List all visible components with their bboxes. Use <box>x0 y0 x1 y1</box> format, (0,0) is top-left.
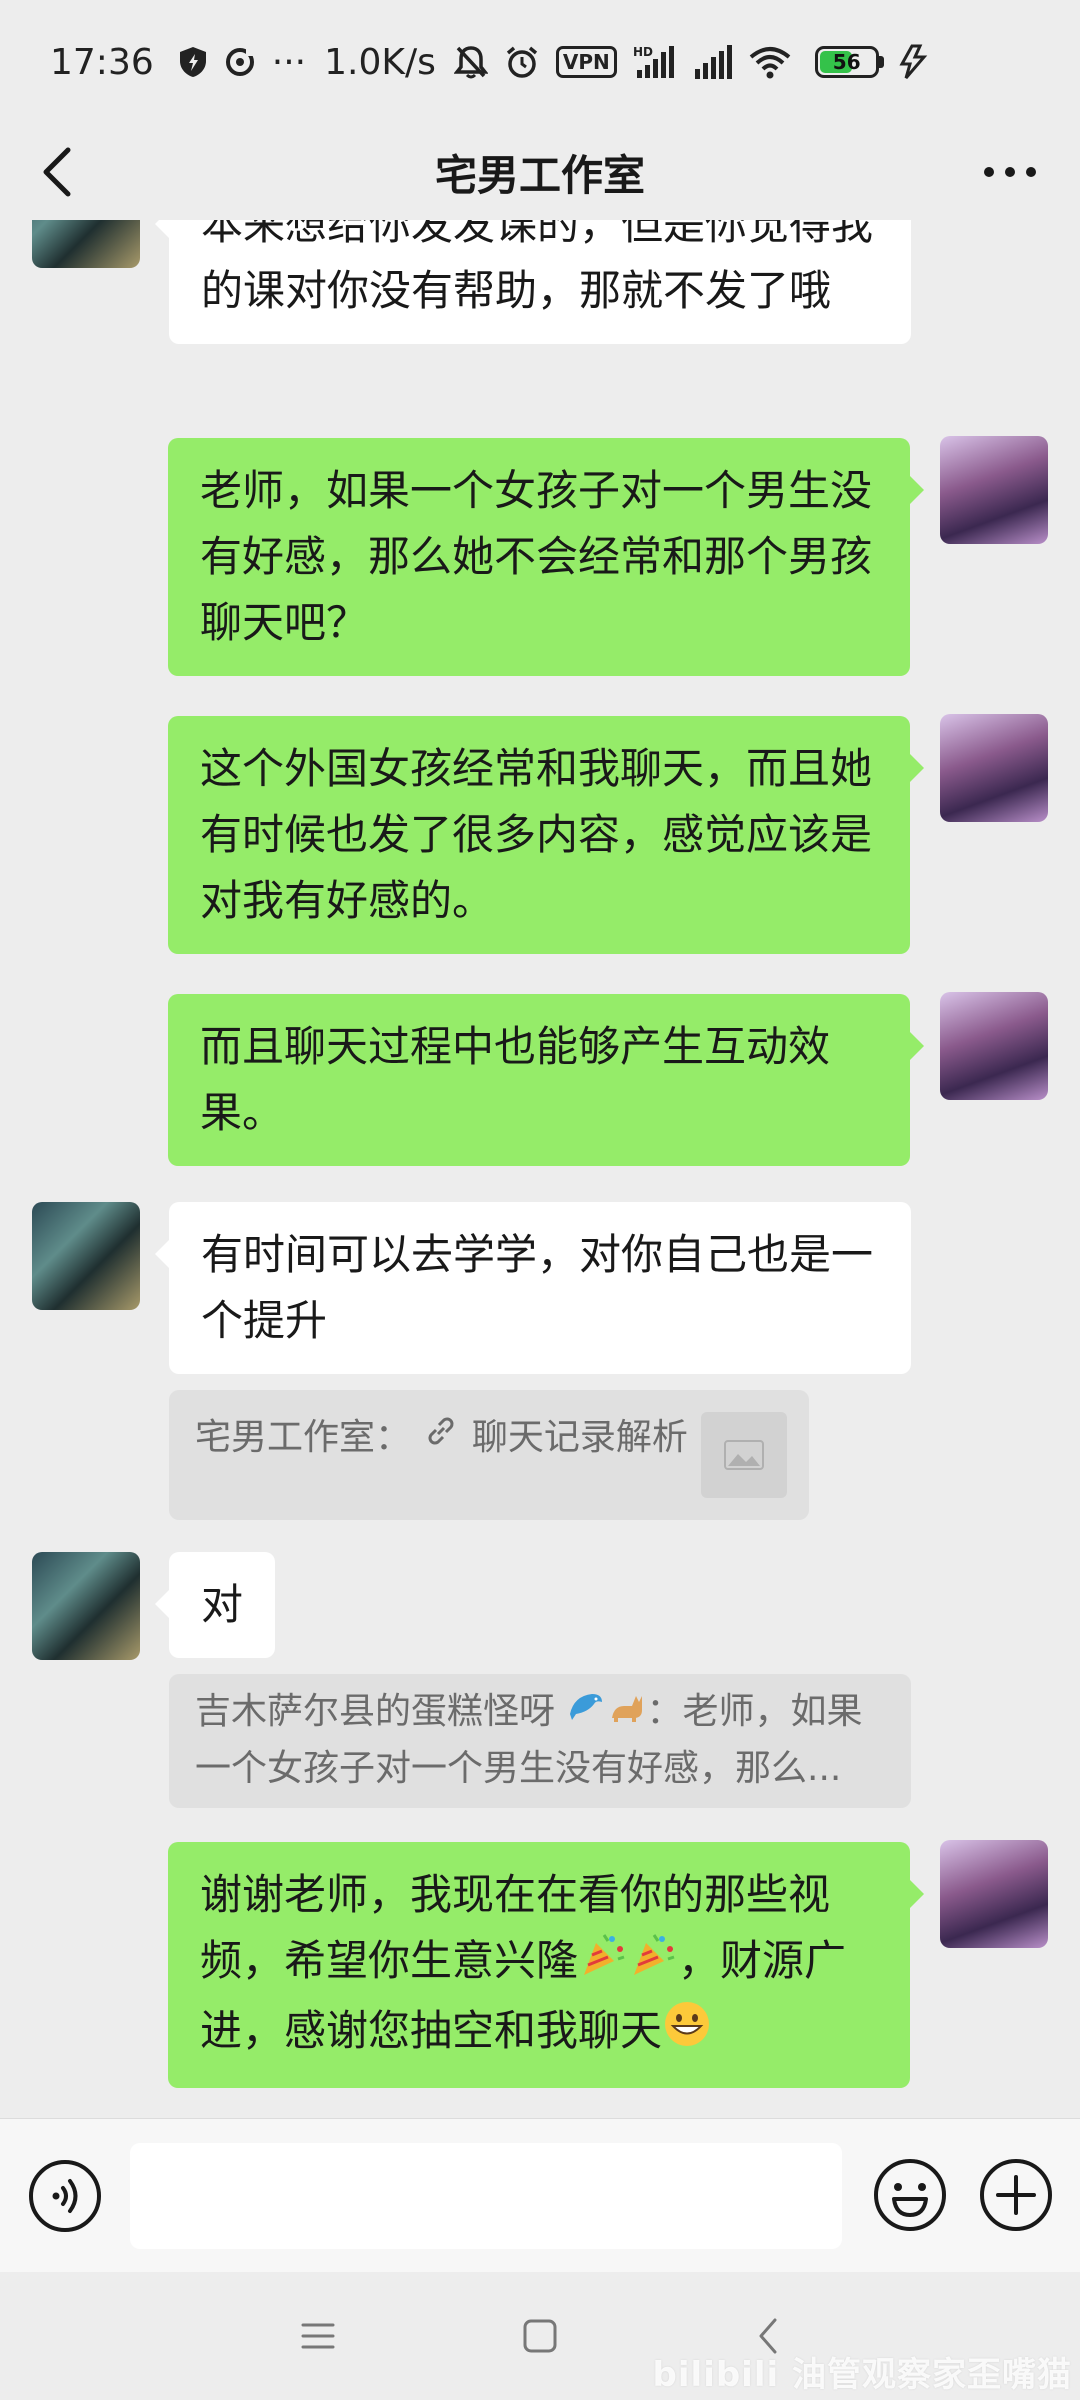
emoji-icon <box>874 2159 946 2231</box>
quote-sender: 吉木萨尔县的蛋糕怪呀 <box>195 1691 556 1732</box>
message-bubble-outgoing[interactable]: 这个外国女孩经常和我聊天，而且她有时候也发了很多内容，感觉应该是对我有好感的。 <box>168 716 924 954</box>
more-button[interactable] <box>970 142 1050 202</box>
status-bar: 17:36 ··· 1.0K/s VPN HD 56 <box>0 0 1080 124</box>
net-speed: 1.0K/s <box>324 41 436 83</box>
plus-icon <box>980 2159 1052 2231</box>
message-text: 这个外国女孩经常和我聊天，而且她有时候也发了很多内容，感觉应该是对我有好感的。 <box>200 744 873 925</box>
grinning-face-emoji <box>662 1999 712 2068</box>
alarm-icon <box>504 42 540 82</box>
message-bubble-incoming[interactable]: 对 <box>154 1552 276 1658</box>
message-bubble-incoming[interactable]: 本来想给你发发课的，但是你觉得我的课对你没有帮助，那就不发了哦 <box>155 220 911 344</box>
chat-header: 宅男工作室 <box>0 124 1080 220</box>
chat-list[interactable]: 本来想给你发发课的，但是你觉得我的课对你没有帮助，那就不发了哦 老师，如果一个女… <box>0 220 1080 2118</box>
sync-icon <box>224 42 256 82</box>
vpn-badge: VPN <box>555 46 617 78</box>
avatar-contact[interactable] <box>32 1552 140 1660</box>
wifi-icon <box>749 42 791 82</box>
back-button[interactable] <box>28 142 88 202</box>
back-chevron-icon <box>43 147 71 197</box>
message-bubble-outgoing[interactable]: 谢谢老师，我现在在看你的那些视频，希望你生意兴隆 ，财源广进，感谢您抽空和我聊天 <box>168 1842 924 2088</box>
svg-text:HD: HD <box>633 45 653 59</box>
quote-text-continued: 一个女孩子对一个男生没有好感，那么... <box>195 1748 842 1789</box>
quoted-message[interactable]: 吉木萨尔县的蛋糕怪呀 ：老师，如果 一个女孩子对一个男生没有好感，那么... <box>169 1674 911 1808</box>
battery-percent: 56 <box>832 50 861 74</box>
message-text: 对 <box>201 1580 244 1629</box>
message-bubble-outgoing[interactable]: 老师，如果一个女孩子对一个男生没有好感，那么她不会经常和那个男孩聊天吧？ <box>168 438 924 676</box>
nav-home-button[interactable] <box>510 2306 570 2366</box>
mute-bell-icon <box>453 42 488 82</box>
hd-signal-icon: HD <box>633 42 677 82</box>
cat-emoji <box>606 1685 646 1741</box>
menu-icon <box>301 2323 335 2349</box>
avatar-self[interactable] <box>940 714 1048 822</box>
charging-icon <box>898 42 928 82</box>
more-dots-icon <box>984 167 1036 177</box>
message-text: 本来想给你发发课的，但是你觉得我的课对你没有帮助，那就不发了哦 <box>201 220 874 315</box>
quote-sender: 宅男工作室： <box>195 1417 412 1458</box>
dolphin-emoji <box>566 1685 606 1741</box>
quote-link-text: 聊天记录解析 <box>471 1417 688 1458</box>
avatar-self[interactable] <box>940 436 1048 544</box>
avatar-contact[interactable] <box>32 1202 140 1310</box>
input-bar <box>0 2118 1080 2272</box>
voice-icon <box>29 2160 101 2232</box>
quote-text: ：老师，如果 <box>646 1691 863 1732</box>
avatar-self[interactable] <box>940 1840 1048 1948</box>
signal-icon <box>693 42 733 82</box>
voice-button[interactable] <box>28 2159 102 2233</box>
more-features-button[interactable] <box>976 2155 1056 2235</box>
party-popper-emoji <box>578 1929 628 1998</box>
image-placeholder-icon <box>701 1412 787 1498</box>
message-bubble-incoming[interactable]: 有时间可以去学学，对你自己也是一个提升 <box>155 1202 911 1374</box>
party-popper-emoji <box>628 1929 678 1998</box>
chat-title: 宅男工作室 <box>434 150 645 200</box>
system-nav-bar: bilibili 油管观察家歪嘴猫 <box>0 2272 1080 2400</box>
status-time: 17:36 <box>50 41 154 83</box>
status-dots: ··· <box>271 41 307 83</box>
avatar-self[interactable] <box>940 992 1048 1100</box>
shield-icon <box>178 42 208 82</box>
message-text: 老师，如果一个女孩子对一个男生没有好感，那么她不会经常和那个男孩聊天吧？ <box>200 466 873 647</box>
message-text: 而且聊天过程中也能够产生互动效果。 <box>200 1022 831 1137</box>
watermark: bilibili 油管观察家歪嘴猫 <box>652 2355 1072 2395</box>
message-input[interactable] <box>130 2143 842 2249</box>
avatar-contact[interactable] <box>32 220 140 268</box>
home-square-icon <box>523 2319 557 2353</box>
emoji-button[interactable] <box>870 2155 950 2235</box>
message-text: 有时间可以去学学，对你自己也是一个提升 <box>201 1230 874 1345</box>
battery-indicator: 56 <box>814 46 884 78</box>
message-bubble-outgoing[interactable]: 而且聊天过程中也能够产生互动效果。 <box>168 994 924 1166</box>
quoted-message[interactable]: 宅男工作室： 聊天记录解析 <box>169 1390 809 1520</box>
link-icon <box>422 1411 460 1467</box>
nav-menu-button[interactable] <box>288 2306 348 2366</box>
